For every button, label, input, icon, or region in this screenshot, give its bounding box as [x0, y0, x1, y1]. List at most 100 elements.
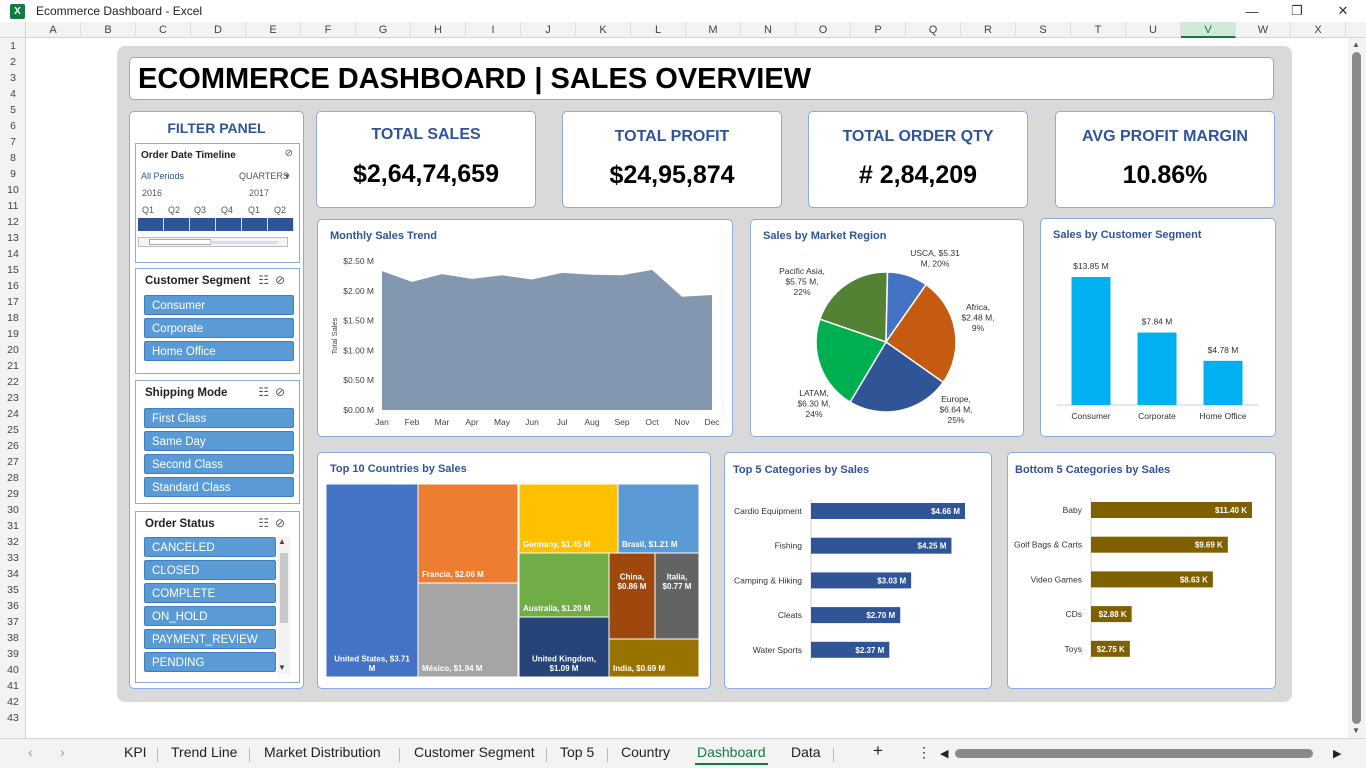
- row-header-2[interactable]: 2: [0, 54, 26, 70]
- slicer-item-complete[interactable]: COMPLETE: [144, 583, 276, 603]
- horizontal-scroll-thumb[interactable]: [955, 749, 1313, 758]
- row-header-8[interactable]: 8: [0, 150, 26, 166]
- column-header-x[interactable]: X: [1291, 22, 1346, 38]
- vertical-scrollbar[interactable]: ▲ ▼: [1348, 38, 1366, 738]
- column-header-l[interactable]: L: [631, 22, 686, 38]
- row-header-42[interactable]: 42: [0, 694, 26, 710]
- row-header-22[interactable]: 22: [0, 374, 26, 390]
- add-sheet-icon[interactable]: +: [873, 741, 883, 761]
- multi-select-icon[interactable]: ☷⊘: [258, 516, 291, 530]
- slicer-item-payment-review[interactable]: PAYMENT_REVIEW: [144, 629, 276, 649]
- slicer-item-pending[interactable]: PENDING: [144, 652, 276, 672]
- row-header-7[interactable]: 7: [0, 134, 26, 150]
- row-header-23[interactable]: 23: [0, 390, 26, 406]
- row-header-35[interactable]: 35: [0, 582, 26, 598]
- vertical-scroll-thumb[interactable]: [1352, 52, 1361, 724]
- tab-data[interactable]: Data: [791, 744, 821, 760]
- close-button[interactable]: ✕: [1320, 0, 1366, 22]
- slicer-item-closed[interactable]: CLOSED: [144, 560, 276, 580]
- column-header-t[interactable]: T: [1071, 22, 1126, 38]
- row-header-27[interactable]: 27: [0, 454, 26, 470]
- row-header-39[interactable]: 39: [0, 646, 26, 662]
- multi-select-icon[interactable]: ☷⊘: [258, 273, 291, 287]
- column-header-d[interactable]: D: [191, 22, 246, 38]
- column-header-v[interactable]: V: [1181, 22, 1236, 38]
- column-header-j[interactable]: J: [521, 22, 576, 38]
- timeline-selection-bar[interactable]: [138, 218, 294, 231]
- column-header-h[interactable]: H: [411, 22, 466, 38]
- tab-trend-line[interactable]: Trend Line: [171, 744, 237, 760]
- row-header-4[interactable]: 4: [0, 86, 26, 102]
- row-header-19[interactable]: 19: [0, 326, 26, 342]
- timeline-scroll-thumb[interactable]: [149, 239, 211, 245]
- column-header-e[interactable]: E: [246, 22, 301, 38]
- row-header-20[interactable]: 20: [0, 342, 26, 358]
- row-header-21[interactable]: 21: [0, 358, 26, 374]
- multi-select-icon[interactable]: ☷⊘: [258, 385, 291, 399]
- column-header-u[interactable]: U: [1126, 22, 1181, 38]
- column-header-o[interactable]: O: [796, 22, 851, 38]
- column-header-m[interactable]: M: [686, 22, 741, 38]
- row-header-15[interactable]: 15: [0, 262, 26, 278]
- row-header-26[interactable]: 26: [0, 438, 26, 454]
- scroll-down-icon[interactable]: ▼: [1352, 726, 1360, 735]
- row-header-9[interactable]: 9: [0, 166, 26, 182]
- slicer-scrollbar[interactable]: ▲ ▼: [278, 537, 290, 674]
- slicer-item-corporate[interactable]: Corporate: [144, 318, 294, 338]
- slicer-item-home-office[interactable]: Home Office: [144, 341, 294, 361]
- row-header-13[interactable]: 13: [0, 230, 26, 246]
- column-header-b[interactable]: B: [81, 22, 136, 38]
- row-header-24[interactable]: 24: [0, 406, 26, 422]
- row-header-6[interactable]: 6: [0, 118, 26, 134]
- row-header-34[interactable]: 34: [0, 566, 26, 582]
- row-header-37[interactable]: 37: [0, 614, 26, 630]
- scroll-up-icon[interactable]: ▲: [1352, 40, 1360, 49]
- row-header-41[interactable]: 41: [0, 678, 26, 694]
- column-header-f[interactable]: F: [301, 22, 356, 38]
- row-header-16[interactable]: 16: [0, 278, 26, 294]
- scroll-up-icon[interactable]: ▲: [278, 537, 286, 546]
- row-header-33[interactable]: 33: [0, 550, 26, 566]
- row-header-3[interactable]: 3: [0, 70, 26, 86]
- row-header-28[interactable]: 28: [0, 470, 26, 486]
- row-header-1[interactable]: 1: [0, 38, 26, 54]
- select-all-corner[interactable]: [0, 22, 26, 38]
- tab-prev-icon[interactable]: ‹: [28, 744, 33, 760]
- row-header-30[interactable]: 30: [0, 502, 26, 518]
- column-header-i[interactable]: I: [466, 22, 521, 38]
- column-header-s[interactable]: S: [1016, 22, 1071, 38]
- tab-top-5[interactable]: Top 5: [560, 744, 594, 760]
- column-header-w[interactable]: W: [1236, 22, 1291, 38]
- row-header-29[interactable]: 29: [0, 486, 26, 502]
- hscroll-left-icon[interactable]: ◀: [940, 747, 948, 760]
- column-header-q[interactable]: Q: [906, 22, 961, 38]
- slicer-item-canceled[interactable]: CANCELED: [144, 537, 276, 557]
- tab-dashboard[interactable]: Dashboard: [695, 744, 767, 765]
- clear-filter-icon[interactable]: ⊘: [285, 148, 293, 159]
- row-header-40[interactable]: 40: [0, 662, 26, 678]
- row-header-25[interactable]: 25: [0, 422, 26, 438]
- slicer-item-consumer[interactable]: Consumer: [144, 295, 294, 315]
- column-header-p[interactable]: P: [851, 22, 906, 38]
- column-header-a[interactable]: A: [26, 22, 81, 38]
- slicer-item-on-hold[interactable]: ON_HOLD: [144, 606, 276, 626]
- hscroll-right-icon[interactable]: ▶: [1333, 747, 1341, 760]
- row-header-43[interactable]: 43: [0, 710, 26, 726]
- row-header-18[interactable]: 18: [0, 310, 26, 326]
- slicer-item-same-day[interactable]: Same Day: [144, 431, 294, 451]
- timeline-scrollbar[interactable]: [138, 237, 288, 247]
- slicer-item-standard-class[interactable]: Standard Class: [144, 477, 294, 497]
- slicer-scroll-thumb[interactable]: [280, 553, 288, 623]
- row-header-14[interactable]: 14: [0, 246, 26, 262]
- tab-kpi[interactable]: KPI: [124, 744, 147, 760]
- tab-country[interactable]: Country: [621, 744, 670, 760]
- column-header-g[interactable]: G: [356, 22, 411, 38]
- row-header-5[interactable]: 5: [0, 102, 26, 118]
- row-header-10[interactable]: 10: [0, 182, 26, 198]
- row-header-32[interactable]: 32: [0, 534, 26, 550]
- minimize-button[interactable]: —: [1229, 0, 1275, 22]
- column-header-c[interactable]: C: [136, 22, 191, 38]
- row-header-11[interactable]: 11: [0, 198, 26, 214]
- tab-customer-segment[interactable]: Customer Segment: [414, 744, 535, 760]
- row-header-17[interactable]: 17: [0, 294, 26, 310]
